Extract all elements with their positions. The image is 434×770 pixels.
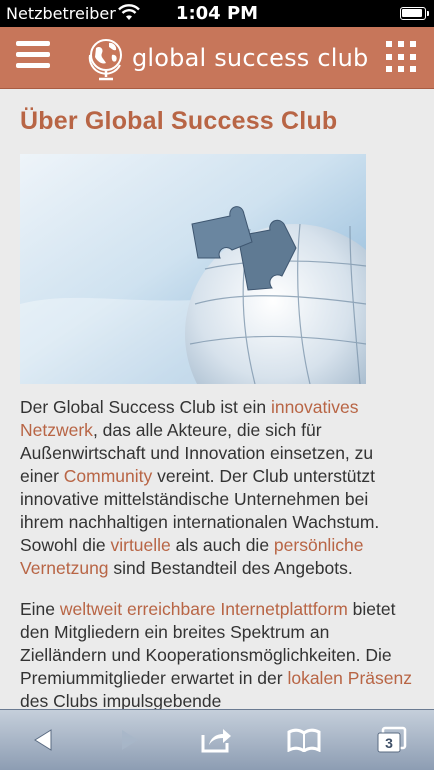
- share-icon: [201, 729, 231, 753]
- hamburger-line: [16, 52, 50, 57]
- bookmarks-icon: [287, 728, 321, 752]
- back-icon: [34, 729, 52, 751]
- link-community[interactable]: Community: [64, 466, 153, 486]
- tabs-button[interactable]: 3: [369, 718, 413, 762]
- logo-text: global success club: [132, 44, 369, 72]
- clock: 1:04 PM: [175, 3, 259, 24]
- puzzle-globe-image: [20, 154, 366, 384]
- grid-dot: [410, 53, 416, 60]
- page-title: Über Global Success Club: [20, 107, 338, 135]
- bookmarks-button[interactable]: [282, 718, 326, 762]
- site-header: global success club: [0, 27, 434, 89]
- grid-dot: [398, 53, 404, 60]
- grid-icon: [386, 41, 392, 47]
- grid-dot: [410, 66, 416, 73]
- text-run: sind Bestandteil des Angebots.: [108, 558, 353, 578]
- globe-logo-icon: [88, 39, 122, 81]
- hamburger-line: [16, 63, 50, 68]
- link-internetplattform[interactable]: weltweit erreichbare Internetplattform: [60, 599, 348, 619]
- text-run: des Clubs impulsgebende: [20, 691, 222, 709]
- grid-dot: [386, 53, 392, 60]
- battery-icon: [400, 7, 429, 20]
- forward-button[interactable]: [108, 718, 152, 762]
- apps-grid-button[interactable]: [386, 41, 418, 73]
- text-run: als auch die: [170, 535, 274, 555]
- site-logo[interactable]: global success club: [82, 33, 368, 83]
- link-lokale-praesenz[interactable]: lokalen Präsenz: [287, 668, 412, 688]
- hamburger-icon: [16, 41, 50, 46]
- status-bar: Netzbetreiber 1:04 PM: [0, 0, 434, 27]
- grid-dot: [410, 41, 416, 47]
- main-content: Über Global Success Club Der Global Succ…: [0, 89, 434, 709]
- browser-toolbar: 3: [0, 709, 434, 770]
- tabs-count: 3: [385, 735, 393, 751]
- share-button[interactable]: [195, 718, 239, 762]
- intro-paragraph: Der Global Success Club ist ein innovati…: [20, 396, 414, 580]
- menu-button[interactable]: [16, 41, 50, 75]
- text-run: Eine: [20, 599, 60, 619]
- back-button[interactable]: [21, 718, 65, 762]
- platform-paragraph: Eine weltweit erreichbare Internetplattf…: [20, 598, 414, 709]
- tabs-icon: 3: [377, 726, 406, 753]
- grid-dot: [398, 41, 404, 47]
- forward-icon: [122, 730, 139, 750]
- grid-dot: [386, 66, 392, 73]
- link-virtuelle[interactable]: virtuelle: [110, 535, 170, 555]
- text-run: Der Global Success Club ist ein: [20, 397, 271, 417]
- grid-dot: [398, 66, 404, 73]
